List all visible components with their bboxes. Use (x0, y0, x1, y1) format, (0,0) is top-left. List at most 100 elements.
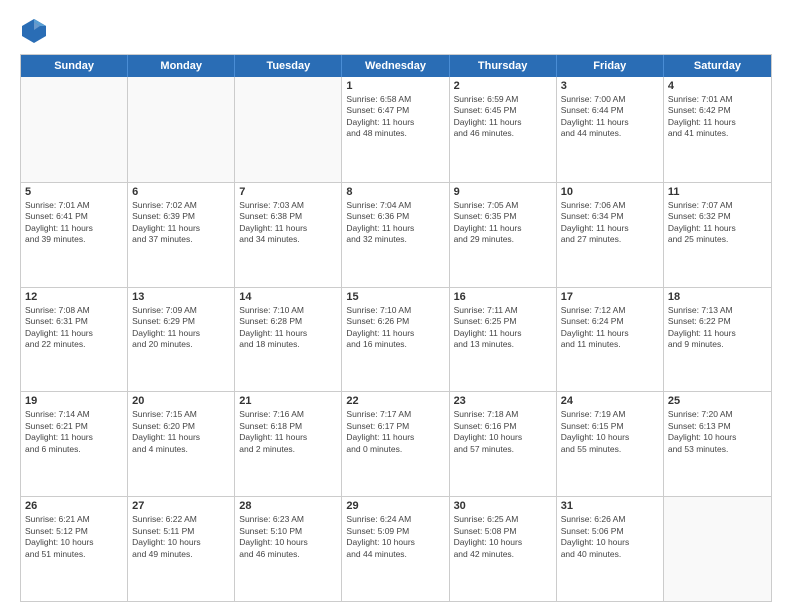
calendar-day-26: 26 Sunrise: 6:21 AM Sunset: 5:12 PM Dayli… (21, 497, 128, 601)
day-info: Sunrise: 6:22 AM Sunset: 5:11 PM Dayligh… (132, 514, 230, 560)
day-number: 18 (668, 291, 767, 303)
day-number: 9 (454, 186, 552, 198)
day-number: 28 (239, 500, 337, 512)
calendar-day-empty (235, 77, 342, 182)
calendar-day-30: 30 Sunrise: 6:25 AM Sunset: 5:08 PM Dayli… (450, 497, 557, 601)
day-number: 29 (346, 500, 444, 512)
day-info: Sunrise: 7:03 AM Sunset: 6:38 PM Dayligh… (239, 200, 337, 246)
day-info: Sunrise: 7:04 AM Sunset: 6:36 PM Dayligh… (346, 200, 444, 246)
day-number: 16 (454, 291, 552, 303)
day-number: 6 (132, 186, 230, 198)
day-number: 24 (561, 395, 659, 407)
calendar-day-29: 29 Sunrise: 6:24 AM Sunset: 5:09 PM Dayli… (342, 497, 449, 601)
day-info: Sunrise: 7:05 AM Sunset: 6:35 PM Dayligh… (454, 200, 552, 246)
day-info: Sunrise: 6:26 AM Sunset: 5:06 PM Dayligh… (561, 514, 659, 560)
calendar-week-4: 19 Sunrise: 7:14 AM Sunset: 6:21 PM Dayli… (21, 391, 771, 496)
day-info: Sunrise: 6:58 AM Sunset: 6:47 PM Dayligh… (346, 94, 444, 140)
calendar-day-8: 8 Sunrise: 7:04 AM Sunset: 6:36 PM Daylig… (342, 183, 449, 287)
calendar-day-20: 20Sunrise: 7:15 AM Sunset: 6:20 PM Dayli… (128, 392, 235, 496)
day-info: Sunrise: 7:13 AM Sunset: 6:22 PM Dayligh… (668, 305, 767, 351)
day-info: Sunrise: 7:16 AM Sunset: 6:18 PM Dayligh… (239, 409, 337, 455)
calendar-day-18: 18 Sunrise: 7:13 AM Sunset: 6:22 PM Dayli… (664, 288, 771, 392)
weekday-header-friday: Friday (557, 55, 664, 77)
calendar-day-10: 10Sunrise: 7:06 AM Sunset: 6:34 PM Dayli… (557, 183, 664, 287)
day-number: 21 (239, 395, 337, 407)
calendar-day-9: 9 Sunrise: 7:05 AM Sunset: 6:35 PM Daylig… (450, 183, 557, 287)
calendar-day-empty (664, 497, 771, 601)
day-number: 27 (132, 500, 230, 512)
calendar-day-13: 13Sunrise: 7:09 AM Sunset: 6:29 PM Dayli… (128, 288, 235, 392)
day-number: 7 (239, 186, 337, 198)
calendar-day-12: 12Sunrise: 7:08 AM Sunset: 6:31 PM Dayli… (21, 288, 128, 392)
calendar-day-11: 11Sunrise: 7:07 AM Sunset: 6:32 PM Dayli… (664, 183, 771, 287)
day-info: Sunrise: 7:11 AM Sunset: 6:25 PM Dayligh… (454, 305, 552, 351)
day-number: 14 (239, 291, 337, 303)
day-number: 31 (561, 500, 659, 512)
calendar-day-2: 2Sunrise: 6:59 AM Sunset: 6:45 PM Daylig… (450, 77, 557, 182)
calendar-day-3: 3 Sunrise: 7:00 AM Sunset: 6:44 PM Daylig… (557, 77, 664, 182)
day-number: 3 (561, 80, 659, 92)
day-number: 30 (454, 500, 552, 512)
day-info: Sunrise: 7:06 AM Sunset: 6:34 PM Dayligh… (561, 200, 659, 246)
day-info: Sunrise: 6:23 AM Sunset: 5:10 PM Dayligh… (239, 514, 337, 560)
day-info: Sunrise: 6:24 AM Sunset: 5:09 PM Dayligh… (346, 514, 444, 560)
calendar-day-7: 7 Sunrise: 7:03 AM Sunset: 6:38 PM Daylig… (235, 183, 342, 287)
day-number: 4 (668, 80, 767, 92)
day-number: 8 (346, 186, 444, 198)
day-number: 23 (454, 395, 552, 407)
day-info: Sunrise: 7:10 AM Sunset: 6:26 PM Dayligh… (346, 305, 444, 351)
calendar-day-4: 4 Sunrise: 7:01 AM Sunset: 6:42 PM Daylig… (664, 77, 771, 182)
calendar-day-5: 5Sunrise: 7:01 AM Sunset: 6:41 PM Daylig… (21, 183, 128, 287)
day-info: Sunrise: 7:01 AM Sunset: 6:42 PM Dayligh… (668, 94, 767, 140)
logo (20, 16, 52, 44)
day-info: Sunrise: 7:10 AM Sunset: 6:28 PM Dayligh… (239, 305, 337, 351)
day-info: Sunrise: 7:18 AM Sunset: 6:16 PM Dayligh… (454, 409, 552, 455)
calendar-day-25: 25Sunrise: 7:20 AM Sunset: 6:13 PM Dayli… (664, 392, 771, 496)
calendar-day-empty (21, 77, 128, 182)
day-info: Sunrise: 7:17 AM Sunset: 6:17 PM Dayligh… (346, 409, 444, 455)
day-info: Sunrise: 6:21 AM Sunset: 5:12 PM Dayligh… (25, 514, 123, 560)
calendar-page: SundayMondayTuesdayWednesdayThursdayFrid… (0, 0, 792, 612)
calendar-header: SundayMondayTuesdayWednesdayThursdayFrid… (21, 55, 771, 77)
calendar-day-23: 23 Sunrise: 7:18 AM Sunset: 6:16 PM Dayli… (450, 392, 557, 496)
day-number: 20 (132, 395, 230, 407)
day-info: Sunrise: 7:00 AM Sunset: 6:44 PM Dayligh… (561, 94, 659, 140)
weekday-header-tuesday: Tuesday (235, 55, 342, 77)
day-number: 2 (454, 80, 552, 92)
calendar-day-24: 24 Sunrise: 7:19 AM Sunset: 6:15 PM Dayli… (557, 392, 664, 496)
day-number: 26 (25, 500, 123, 512)
calendar-day-17: 17 Sunrise: 7:12 AM Sunset: 6:24 PM Dayli… (557, 288, 664, 392)
day-info: Sunrise: 7:09 AM Sunset: 6:29 PM Dayligh… (132, 305, 230, 351)
day-info: Sunrise: 7:08 AM Sunset: 6:31 PM Dayligh… (25, 305, 123, 351)
calendar-day-1: 1 Sunrise: 6:58 AM Sunset: 6:47 PM Daylig… (342, 77, 449, 182)
day-number: 15 (346, 291, 444, 303)
day-info: Sunrise: 7:02 AM Sunset: 6:39 PM Dayligh… (132, 200, 230, 246)
day-number: 1 (346, 80, 444, 92)
day-info: Sunrise: 6:25 AM Sunset: 5:08 PM Dayligh… (454, 514, 552, 560)
day-number: 22 (346, 395, 444, 407)
weekday-header-sunday: Sunday (21, 55, 128, 77)
calendar-day-6: 6 Sunrise: 7:02 AM Sunset: 6:39 PM Daylig… (128, 183, 235, 287)
day-number: 17 (561, 291, 659, 303)
calendar-week-2: 5Sunrise: 7:01 AM Sunset: 6:41 PM Daylig… (21, 182, 771, 287)
calendar-day-22: 22 Sunrise: 7:17 AM Sunset: 6:17 PM Dayli… (342, 392, 449, 496)
day-info: Sunrise: 7:01 AM Sunset: 6:41 PM Dayligh… (25, 200, 123, 246)
day-number: 19 (25, 395, 123, 407)
calendar-week-1: 1 Sunrise: 6:58 AM Sunset: 6:47 PM Daylig… (21, 77, 771, 182)
day-info: Sunrise: 7:12 AM Sunset: 6:24 PM Dayligh… (561, 305, 659, 351)
weekday-header-thursday: Thursday (450, 55, 557, 77)
day-info: Sunrise: 7:14 AM Sunset: 6:21 PM Dayligh… (25, 409, 123, 455)
calendar-day-14: 14 Sunrise: 7:10 AM Sunset: 6:28 PM Dayli… (235, 288, 342, 392)
calendar: SundayMondayTuesdayWednesdayThursdayFrid… (20, 54, 772, 602)
day-number: 25 (668, 395, 767, 407)
header (20, 16, 772, 44)
calendar-body: 1 Sunrise: 6:58 AM Sunset: 6:47 PM Daylig… (21, 77, 771, 601)
weekday-header-monday: Monday (128, 55, 235, 77)
calendar-day-15: 15 Sunrise: 7:10 AM Sunset: 6:26 PM Dayli… (342, 288, 449, 392)
day-info: Sunrise: 7:19 AM Sunset: 6:15 PM Dayligh… (561, 409, 659, 455)
weekday-header-saturday: Saturday (664, 55, 771, 77)
weekday-header-wednesday: Wednesday (342, 55, 449, 77)
calendar-day-27: 27 Sunrise: 6:22 AM Sunset: 5:11 PM Dayli… (128, 497, 235, 601)
calendar-day-21: 21 Sunrise: 7:16 AM Sunset: 6:18 PM Dayli… (235, 392, 342, 496)
calendar-day-28: 28 Sunrise: 6:23 AM Sunset: 5:10 PM Dayli… (235, 497, 342, 601)
